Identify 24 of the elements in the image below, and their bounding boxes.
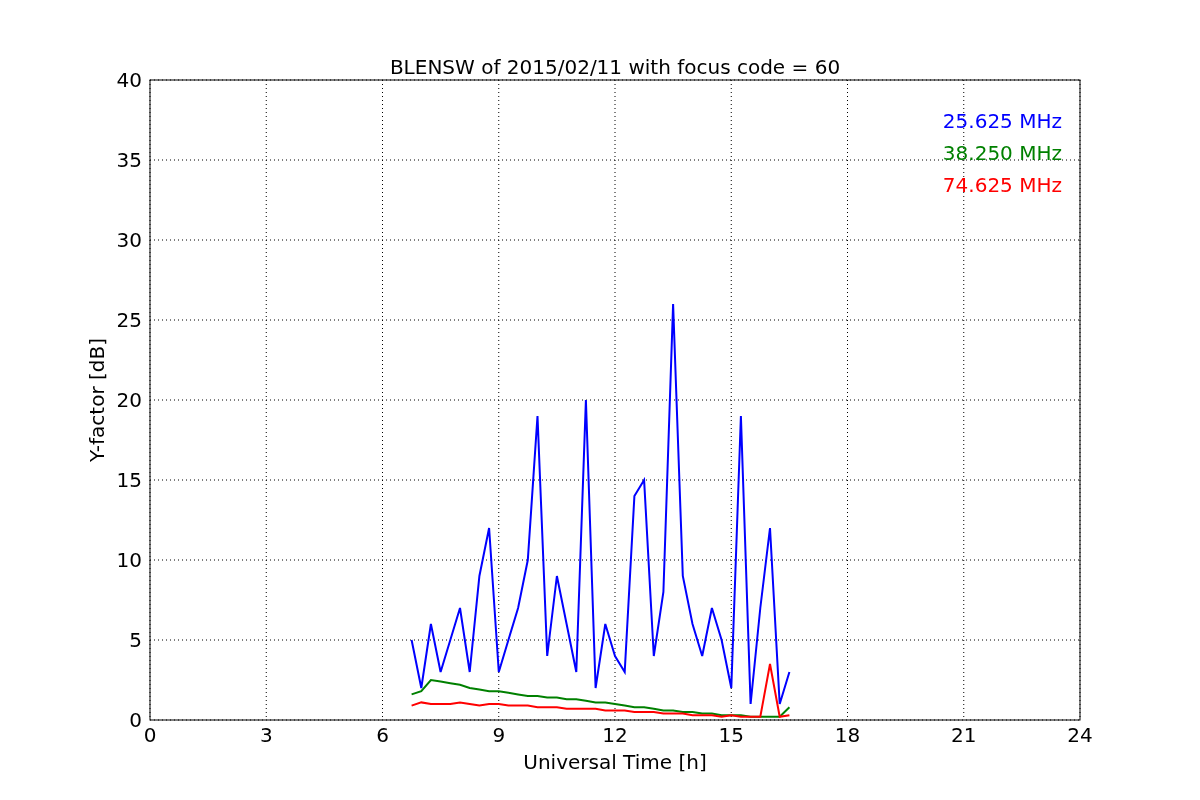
y-tick-label: 10 bbox=[116, 548, 142, 572]
x-tick-label: 12 bbox=[602, 723, 628, 747]
y-tick-label: 25 bbox=[116, 308, 142, 332]
legend-label: 74.625 MHz bbox=[942, 173, 1062, 197]
x-tick-label: 9 bbox=[492, 723, 506, 747]
legend-label: 38.250 MHz bbox=[942, 141, 1062, 165]
y-tick-label: 30 bbox=[116, 228, 142, 252]
y-tick-label: 40 bbox=[116, 68, 142, 92]
y-tick-label: 0 bbox=[129, 708, 142, 732]
chart-title: BLENSW of 2015/02/11 with focus code = 60 bbox=[389, 55, 841, 79]
x-axis-label: Universal Time [h] bbox=[523, 750, 707, 774]
legend-label: 25.625 MHz bbox=[942, 109, 1062, 133]
x-tick-label: 15 bbox=[718, 723, 744, 747]
y-tick-label: 5 bbox=[129, 628, 142, 652]
y-tick-label: 20 bbox=[116, 388, 142, 412]
y-tick-label: 35 bbox=[116, 148, 142, 172]
x-tick-label: 24 bbox=[1067, 723, 1093, 747]
x-tick-label: 18 bbox=[834, 723, 861, 747]
y-tick-label: 15 bbox=[116, 468, 142, 492]
x-tick-label: 3 bbox=[259, 723, 273, 747]
y-axis-label: Y-factor [dB] bbox=[85, 338, 109, 462]
x-tick-label: 6 bbox=[376, 723, 389, 747]
x-tick-label: 21 bbox=[951, 723, 977, 747]
x-tick-label: 0 bbox=[143, 723, 157, 747]
